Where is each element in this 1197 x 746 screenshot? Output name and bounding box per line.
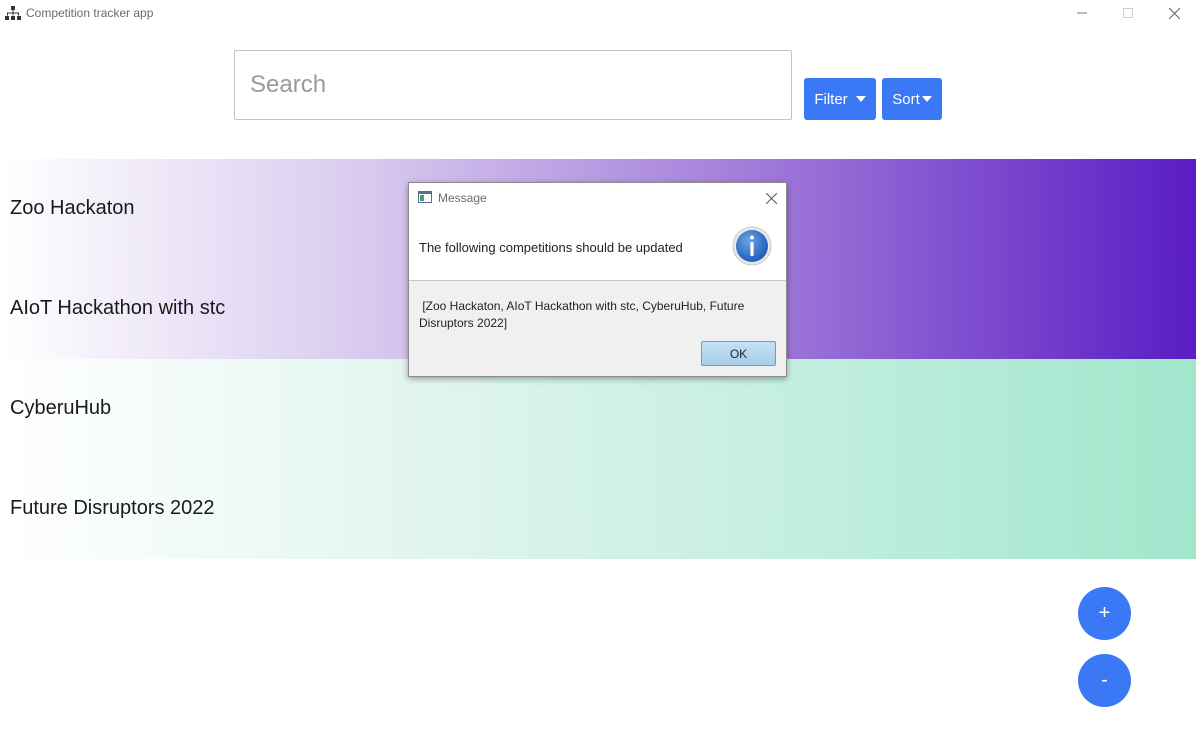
close-button[interactable] [1151, 0, 1197, 26]
competition-name: AIoT Hackathon with stc [10, 297, 226, 319]
window-title: Competition tracker app [26, 6, 154, 20]
add-button-label: + [1098, 602, 1111, 624]
sort-button[interactable]: Sort [882, 78, 942, 120]
remove-competition-button[interactable]: - [1078, 654, 1131, 707]
competition-name: CyberuHub [10, 397, 112, 419]
info-icon [732, 226, 772, 266]
window-titlebar: Competition tracker app [0, 0, 1197, 26]
ok-button[interactable]: OK [701, 341, 776, 366]
dialog-header-text: The following competitions should be upd… [419, 240, 683, 255]
dialog-header: The following competitions should be upd… [409, 213, 786, 281]
dialog-titlebar: Message [409, 183, 786, 213]
close-icon [765, 192, 777, 204]
caret-down-icon [855, 96, 866, 102]
maximize-button[interactable] [1105, 0, 1151, 26]
dialog-message: [Zoo Hackaton, AIoT Hackathon with stc, … [419, 298, 769, 332]
ok-button-label: OK [729, 346, 748, 361]
competition-name: Future Disruptors 2022 [10, 497, 215, 519]
dialog-close-button[interactable] [760, 187, 782, 209]
competition-name: Zoo Hackaton [10, 197, 135, 219]
window-icon [418, 191, 432, 203]
sort-button-label: Sort [892, 90, 920, 108]
caret-down-icon [921, 96, 932, 102]
filter-button-label: Filter [814, 90, 848, 108]
add-competition-button[interactable]: + [1078, 587, 1131, 640]
dialog-message-line: [Zoo Hackaton, AIoT Hackathon with stc, … [419, 299, 745, 313]
dialog-title: Message [438, 191, 487, 205]
minimize-icon [1077, 12, 1087, 14]
minimize-button[interactable] [1059, 0, 1105, 26]
message-dialog: Message The following competitions shoul… [408, 182, 787, 377]
close-icon [1168, 7, 1180, 19]
remove-button-label: - [1101, 669, 1108, 691]
search-input[interactable] [234, 50, 792, 120]
dialog-message-line: Disruptors 2022] [419, 316, 508, 330]
competition-row[interactable]: Future Disruptors 2022 [0, 459, 1196, 559]
maximize-icon [1123, 8, 1133, 18]
filter-button[interactable]: Filter [804, 78, 876, 120]
app-tree-icon [5, 6, 21, 20]
